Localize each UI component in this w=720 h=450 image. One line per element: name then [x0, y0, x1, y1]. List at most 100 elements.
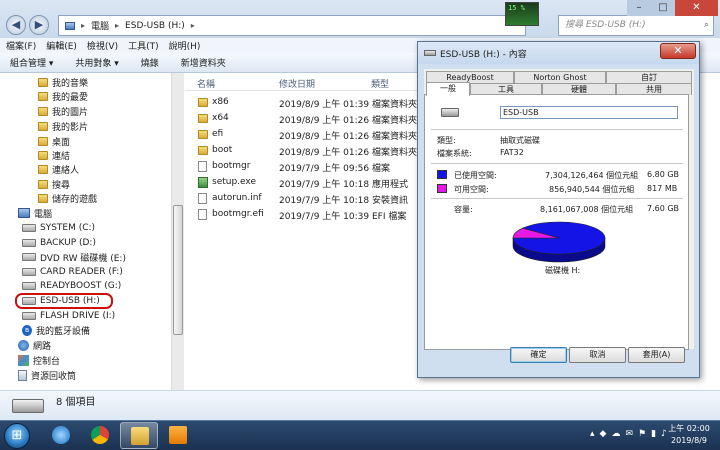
file-name: boot — [212, 145, 233, 155]
nav-item-label: 電腦 — [34, 209, 53, 220]
file-date: 2019/8/9 上午 01:26 — [279, 132, 370, 142]
folder-icon — [38, 77, 48, 87]
file-name: bootmgr — [212, 161, 251, 171]
maximize-button[interactable]: □ — [651, 0, 675, 16]
usb-drive-icon — [424, 50, 436, 56]
folder-icon — [38, 179, 48, 189]
taskbar-chrome[interactable] — [81, 422, 119, 449]
share-with-button[interactable]: 共用對象 ▾ — [75, 56, 118, 69]
clock[interactable]: 上午 02:00 2019/8/9 — [662, 423, 716, 447]
nav-item-music[interactable]: 我的音樂 — [38, 75, 88, 89]
forward-arrow-icon[interactable]: ▶ — [29, 15, 49, 35]
ok-button[interactable]: 確定 — [510, 347, 567, 363]
properties-dialog: ESD-USB (H:) - 內容 ✕ ReadyBoost Norton Gh… — [417, 41, 700, 378]
file-type: 檔案資料夾 — [372, 132, 418, 142]
type-value: 抽取式磁碟 — [500, 136, 540, 145]
back-arrow-icon[interactable]: ◀ — [6, 15, 26, 35]
tab-general[interactable]: 一般 — [426, 82, 470, 96]
table-row[interactable]: autorun.inf 2019/7/9 上午 10:18 安裝資訊 — [190, 191, 420, 207]
taskbar-file-explorer[interactable] — [120, 422, 158, 449]
nav-item-label: BACKUP (D:) — [40, 238, 96, 248]
navigation-pane-scrollbar[interactable] — [171, 73, 184, 390]
nav-item-label: SYSTEM (C:) — [40, 223, 96, 233]
cancel-button[interactable]: 取消 — [569, 347, 626, 363]
menu-edit[interactable]: 編輯(E) — [46, 39, 77, 52]
clock-time: 上午 02:00 — [668, 424, 710, 433]
search-icon[interactable]: ⌕ — [704, 16, 709, 35]
nav-item-drive-i[interactable]: FLASH DRIVE (I:) — [22, 309, 115, 323]
start-button[interactable]: ⊞ — [4, 423, 30, 449]
file-type: 檔案 — [372, 164, 391, 174]
divider — [431, 129, 683, 130]
taskbar-media-player[interactable] — [159, 422, 197, 449]
network-icon[interactable]: ▮ — [651, 429, 656, 439]
flag-icon[interactable]: ⚑ — [638, 429, 646, 439]
scrollbar-thumb[interactable] — [173, 205, 183, 335]
tab-norton-ghost[interactable]: Norton Ghost — [514, 71, 606, 83]
nav-item-videos[interactable]: 我的影片 — [38, 119, 88, 133]
taskbar-internet-explorer[interactable] — [42, 422, 80, 449]
nav-item-label: FLASH DRIVE (I:) — [40, 311, 116, 321]
nav-item-drive-e[interactable]: DVD RW 磁碟機 (E:) — [22, 250, 126, 264]
file-date: 2019/8/9 上午 01:26 — [279, 148, 370, 158]
burn-button[interactable]: 燒錄 — [141, 56, 159, 69]
table-row[interactable]: x64 2019/8/9 上午 01:26 檔案資料夾 — [190, 111, 420, 127]
nav-item-pictures[interactable]: 我的圖片 — [38, 104, 88, 118]
nav-item-drive-c[interactable]: SYSTEM (C:) — [22, 221, 95, 235]
new-folder-button[interactable]: 新增資料夾 — [181, 56, 226, 69]
organize-button[interactable]: 組合管理 ▾ — [10, 56, 53, 69]
table-row[interactable]: bootmgr 2019/7/9 上午 09:56 檔案 — [190, 159, 420, 175]
nav-item-bluetooth[interactable]: ʙ 我的藍牙設備 — [22, 323, 90, 337]
breadcrumb-computer[interactable]: 電腦 — [91, 19, 109, 32]
menu-file[interactable]: 檔案(F) — [6, 39, 36, 52]
table-row[interactable]: bootmgr.efi 2019/7/9 上午 10:39 EFI 檔案 — [190, 207, 420, 223]
breadcrumb-esd-usb[interactable]: ESD-USB (H:) — [125, 21, 185, 31]
mail-icon[interactable]: ✉ — [625, 429, 633, 439]
column-header-type[interactable]: 類型 — [371, 77, 389, 90]
nav-item-drive-d[interactable]: BACKUP (D:) — [22, 236, 96, 250]
bluetooth-icon: ʙ — [22, 324, 32, 336]
free-space-size: 817 MB — [647, 184, 678, 193]
menu-view[interactable]: 檢視(V) — [87, 39, 118, 52]
folder-icon — [38, 193, 48, 203]
apply-button[interactable]: 套用(A) — [628, 347, 685, 363]
dvd-drive-icon — [22, 253, 36, 261]
search-placeholder: 搜尋 ESD-USB (H:) — [565, 20, 646, 30]
column-header-date[interactable]: 修改日期 — [279, 77, 315, 90]
nav-item-favorites[interactable]: 我的最愛 — [38, 89, 88, 103]
nav-item-searches[interactable]: 搜尋 — [38, 177, 70, 191]
nav-item-drive-f[interactable]: CARD READER (F:) — [22, 265, 123, 279]
menu-help[interactable]: 說明(H) — [169, 39, 201, 52]
settings-file-icon — [198, 193, 207, 204]
table-row[interactable]: setup.exe 2019/7/9 上午 10:18 應用程式 — [190, 175, 420, 191]
column-header-name[interactable]: 名稱 — [197, 77, 215, 90]
cloud-icon[interactable]: ☁ — [611, 429, 620, 439]
address-bar[interactable]: ▸ 電腦 ▸ ESD-USB (H:) ▸ — [58, 15, 526, 36]
nav-item-recycle-bin[interactable]: 資源回收筒 — [18, 368, 76, 382]
search-input[interactable]: 搜尋 ESD-USB (H:) ⌕ — [558, 15, 714, 36]
table-row[interactable]: boot 2019/8/9 上午 01:26 檔案資料夾 — [190, 143, 420, 159]
close-button[interactable]: ✕ — [675, 0, 718, 16]
file-date: 2019/7/9 上午 09:56 — [279, 164, 370, 174]
performance-meter-widget: 15 % — [505, 2, 539, 26]
dialog-close-button[interactable]: ✕ — [660, 43, 696, 59]
nav-item-control-panel[interactable]: 控制台 — [18, 353, 60, 367]
table-row[interactable]: x86 2019/8/9 上午 01:39 檔案資料夾 — [190, 95, 420, 111]
tray-up-arrow-icon[interactable]: ▴ — [590, 429, 595, 439]
nav-item-computer[interactable]: 電腦 — [18, 206, 52, 220]
nav-item-drive-g[interactable]: READYBOOST (G:) — [22, 279, 121, 293]
nav-item-desktop[interactable]: 桌面 — [38, 134, 70, 148]
volume-label-input[interactable]: ESD-USB — [500, 106, 678, 119]
menu-tools[interactable]: 工具(T) — [128, 39, 159, 52]
minimize-button[interactable]: – — [627, 0, 651, 16]
folder-icon — [38, 164, 48, 174]
nav-item-saved-games[interactable]: 儲存的遊戲 — [38, 191, 97, 205]
nav-item-contacts[interactable]: 連絡人 — [38, 162, 79, 176]
table-row[interactable]: efi 2019/8/9 上午 01:26 檔案資料夾 — [190, 127, 420, 143]
nav-item-links[interactable]: 連結 — [38, 148, 70, 162]
recycle-bin-icon — [18, 369, 27, 381]
network-icon — [18, 339, 29, 351]
shield-icon[interactable]: ◆ — [600, 429, 607, 439]
tab-customize[interactable]: 自訂 — [606, 71, 692, 83]
nav-item-network[interactable]: 網路 — [18, 338, 51, 352]
